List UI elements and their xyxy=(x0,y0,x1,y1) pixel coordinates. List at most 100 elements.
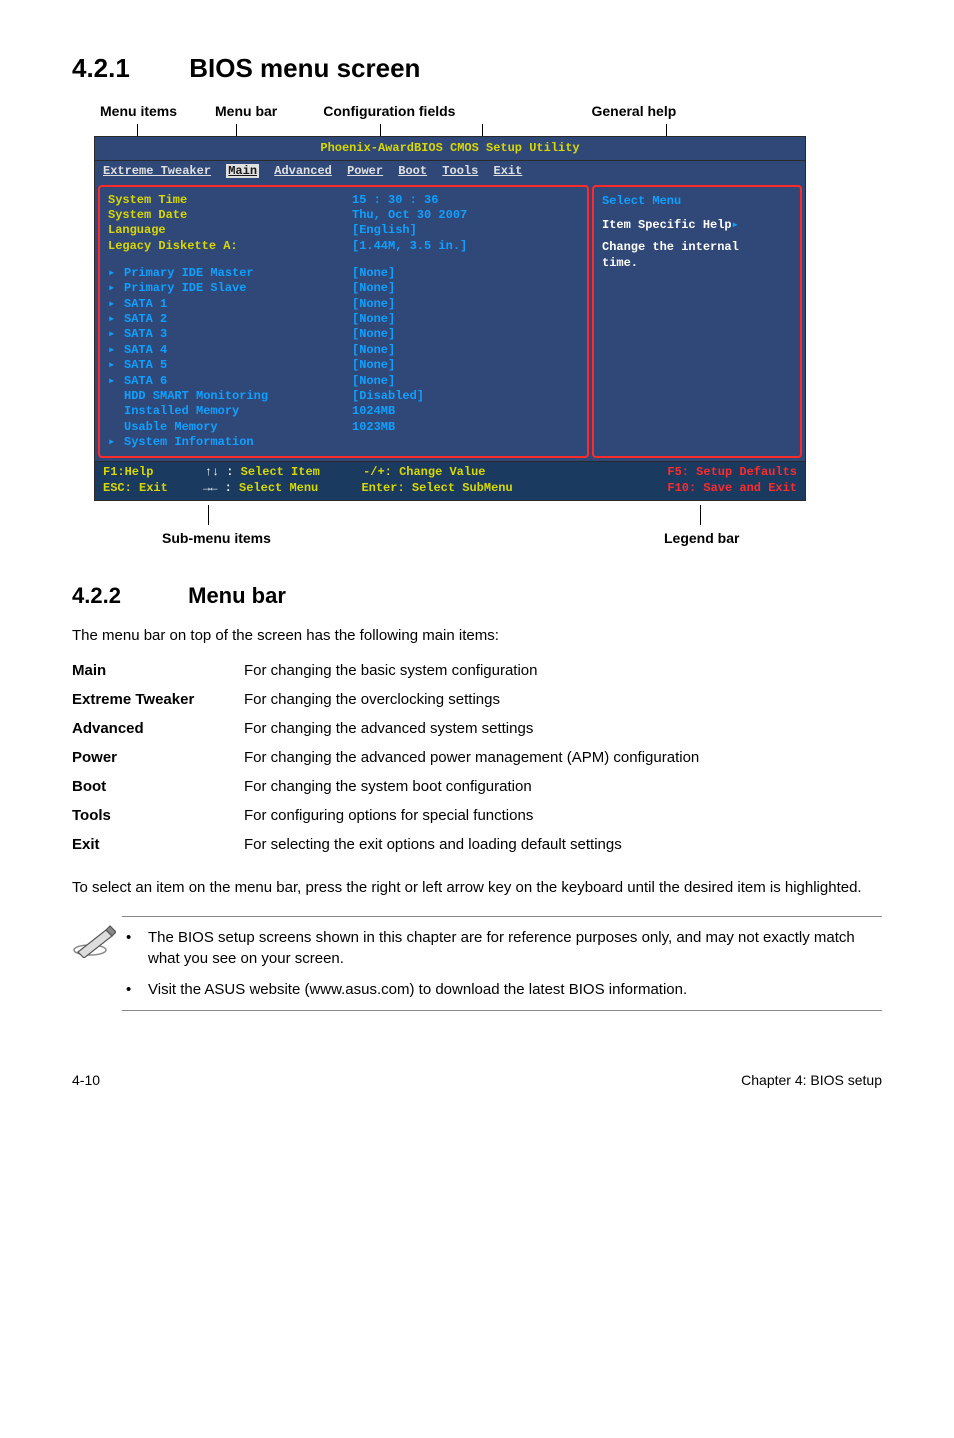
field-value: 1024MB xyxy=(352,404,467,419)
bios-menu-bar: Extreme Tweaker Main Advanced Power Boot… xyxy=(94,161,806,182)
field-value: 1023MB xyxy=(352,420,467,435)
submenu-item[interactable]: ▸SATA 3 xyxy=(108,327,579,342)
field-label: Installed Memory xyxy=(108,404,579,419)
def-val: For changing the basic system configurat… xyxy=(244,656,882,685)
submenu-item[interactable]: ▸Primary IDE Slave xyxy=(108,281,579,296)
def-val: For selecting the exit options and loadi… xyxy=(244,830,882,859)
heading-422: 4.2.2 Menu bar xyxy=(72,581,882,612)
def-val: For changing the advanced power manageme… xyxy=(244,743,882,772)
legend-enter: Enter: Select SubMenu xyxy=(361,481,512,495)
field-label[interactable]: System Date xyxy=(108,208,579,223)
heading-422-title: Menu bar xyxy=(188,583,286,608)
field-label[interactable]: HDD SMART Monitoring xyxy=(108,389,579,404)
legend-f1: F1:Help xyxy=(103,465,153,479)
field-label[interactable]: Legacy Diskette A: xyxy=(108,239,579,254)
label-menu-items: Menu items xyxy=(100,102,177,122)
field-value: [None] xyxy=(352,343,467,358)
field-value: [None] xyxy=(352,281,467,296)
field-value: [None] xyxy=(352,297,467,312)
def-key: Power xyxy=(72,743,244,772)
def-val: For changing the overclocking settings xyxy=(244,685,882,714)
legend-change-value: -/+: Change Value xyxy=(363,465,485,479)
menubar-item[interactable]: Power xyxy=(347,164,383,178)
note-body: •The BIOS setup screens shown in this ch… xyxy=(122,916,882,1011)
field-value: [Disabled] xyxy=(352,389,467,404)
legend-arrows-lr: →← : xyxy=(203,481,232,495)
bottom-guide-labels: Sub-menu items Legend bar xyxy=(72,505,882,551)
bios-title-bar: Phoenix-AwardBIOS CMOS Setup Utility xyxy=(94,136,806,161)
label-legend-bar: Legend bar xyxy=(664,529,739,549)
menubar-item[interactable]: Tools xyxy=(442,164,478,178)
field-label[interactable]: Language xyxy=(108,223,579,238)
def-val: For changing the system boot configurati… xyxy=(244,772,882,801)
def-val: For changing the advanced system setting… xyxy=(244,714,882,743)
legend-arrows-ud: ↑↓ : xyxy=(205,465,234,479)
bios-values-column: 15 : 30 : 36 Thu, Oct 30 2007 [English] … xyxy=(352,193,467,435)
label-general-help: General help xyxy=(591,102,676,122)
bios-body: System Time System Date Language Legacy … xyxy=(94,182,806,462)
def-key: Tools xyxy=(72,801,244,830)
legend-f5: F5: Setup Defaults xyxy=(667,465,797,481)
field-value: [1.44M, 3.5 in.] xyxy=(352,239,467,254)
legend-select-item: Select Item xyxy=(241,465,320,479)
def-val: For configuring options for special func… xyxy=(244,801,882,830)
def-key: Main xyxy=(72,656,244,685)
field-value: [None] xyxy=(352,327,467,342)
help-item-specific: Item Specific Help▸ xyxy=(602,217,792,233)
legend-f10: F10: Save and Exit xyxy=(667,481,797,497)
submenu-item[interactable]: ▸SATA 6 xyxy=(108,374,579,389)
note-text-2: Visit the ASUS website (www.asus.com) to… xyxy=(148,979,687,1000)
top-guide-lines xyxy=(72,124,882,136)
menubar-item[interactable]: Advanced xyxy=(274,164,332,178)
field-value: 15 : 30 : 36 xyxy=(352,193,467,208)
def-key: Exit xyxy=(72,830,244,859)
help-text-line: Change the internal xyxy=(602,239,792,255)
menubar-item[interactable]: Boot xyxy=(398,164,427,178)
submenu-item[interactable]: ▸SATA 2 xyxy=(108,312,579,327)
heading-421: 4.2.1 BIOS menu screen xyxy=(72,50,882,86)
menubar-item[interactable]: Exit xyxy=(494,164,523,178)
submenu-item[interactable]: ▸Primary IDE Master xyxy=(108,266,579,281)
label-sub-menu-items: Sub-menu items xyxy=(162,529,271,549)
submenu-item[interactable]: ▸SATA 4 xyxy=(108,343,579,358)
submenu-item[interactable]: ▸SATA 1 xyxy=(108,297,579,312)
field-value: Thu, Oct 30 2007 xyxy=(352,208,467,223)
note-text-1: The BIOS setup screens shown in this cha… xyxy=(148,927,878,969)
menubar-item-selected[interactable]: Main xyxy=(226,164,259,178)
label-config-fields: Configuration fields xyxy=(323,102,455,122)
field-value: [None] xyxy=(352,374,467,389)
heading-421-num: 4.2.1 xyxy=(72,50,182,86)
heading-422-num: 4.2.2 xyxy=(72,581,182,612)
bios-left-pane: System Time System Date Language Legacy … xyxy=(98,185,589,459)
footer-page-num: 4-10 xyxy=(72,1071,100,1091)
menubar-definitions: MainFor changing the basic system config… xyxy=(72,656,882,859)
def-key: Advanced xyxy=(72,714,244,743)
field-value: [None] xyxy=(352,312,467,327)
page-footer: 4-10 Chapter 4: BIOS setup xyxy=(72,1071,882,1091)
label-menu-bar: Menu bar xyxy=(215,102,277,122)
select-paragraph: To select an item on the menu bar, press… xyxy=(72,877,882,898)
bios-legend-bar: F1:Help ↑↓ : Select Item -/+: Change Val… xyxy=(94,461,806,500)
legend-esc: ESC: Exit xyxy=(103,481,168,495)
field-label[interactable]: System Time xyxy=(108,193,579,208)
def-key: Boot xyxy=(72,772,244,801)
legend-select-menu: Select Menu xyxy=(239,481,318,495)
heading-421-title: BIOS menu screen xyxy=(189,53,420,83)
submenu-item[interactable]: ▸System Information xyxy=(108,435,579,450)
pencil-icon xyxy=(72,916,122,964)
top-labels-row: Menu items Menu bar Configuration fields… xyxy=(72,102,882,122)
note-block: •The BIOS setup screens shown in this ch… xyxy=(72,916,882,1011)
footer-chapter: Chapter 4: BIOS setup xyxy=(741,1071,882,1091)
field-value: [English] xyxy=(352,223,467,238)
field-label: Usable Memory xyxy=(108,420,579,435)
submenu-item[interactable]: ▸SATA 5 xyxy=(108,358,579,373)
menubar-intro: The menu bar on top of the screen has th… xyxy=(72,625,882,646)
help-text-line: time. xyxy=(602,255,792,271)
field-value: [None] xyxy=(352,358,467,373)
menubar-item[interactable]: Extreme Tweaker xyxy=(103,164,211,178)
help-title: Select Menu xyxy=(602,193,792,209)
bios-screenshot: Phoenix-AwardBIOS CMOS Setup Utility Ext… xyxy=(94,136,806,501)
field-value: [None] xyxy=(352,266,467,281)
def-key: Extreme Tweaker xyxy=(72,685,244,714)
bios-help-pane: Select Menu Item Specific Help▸ Change t… xyxy=(592,185,802,459)
